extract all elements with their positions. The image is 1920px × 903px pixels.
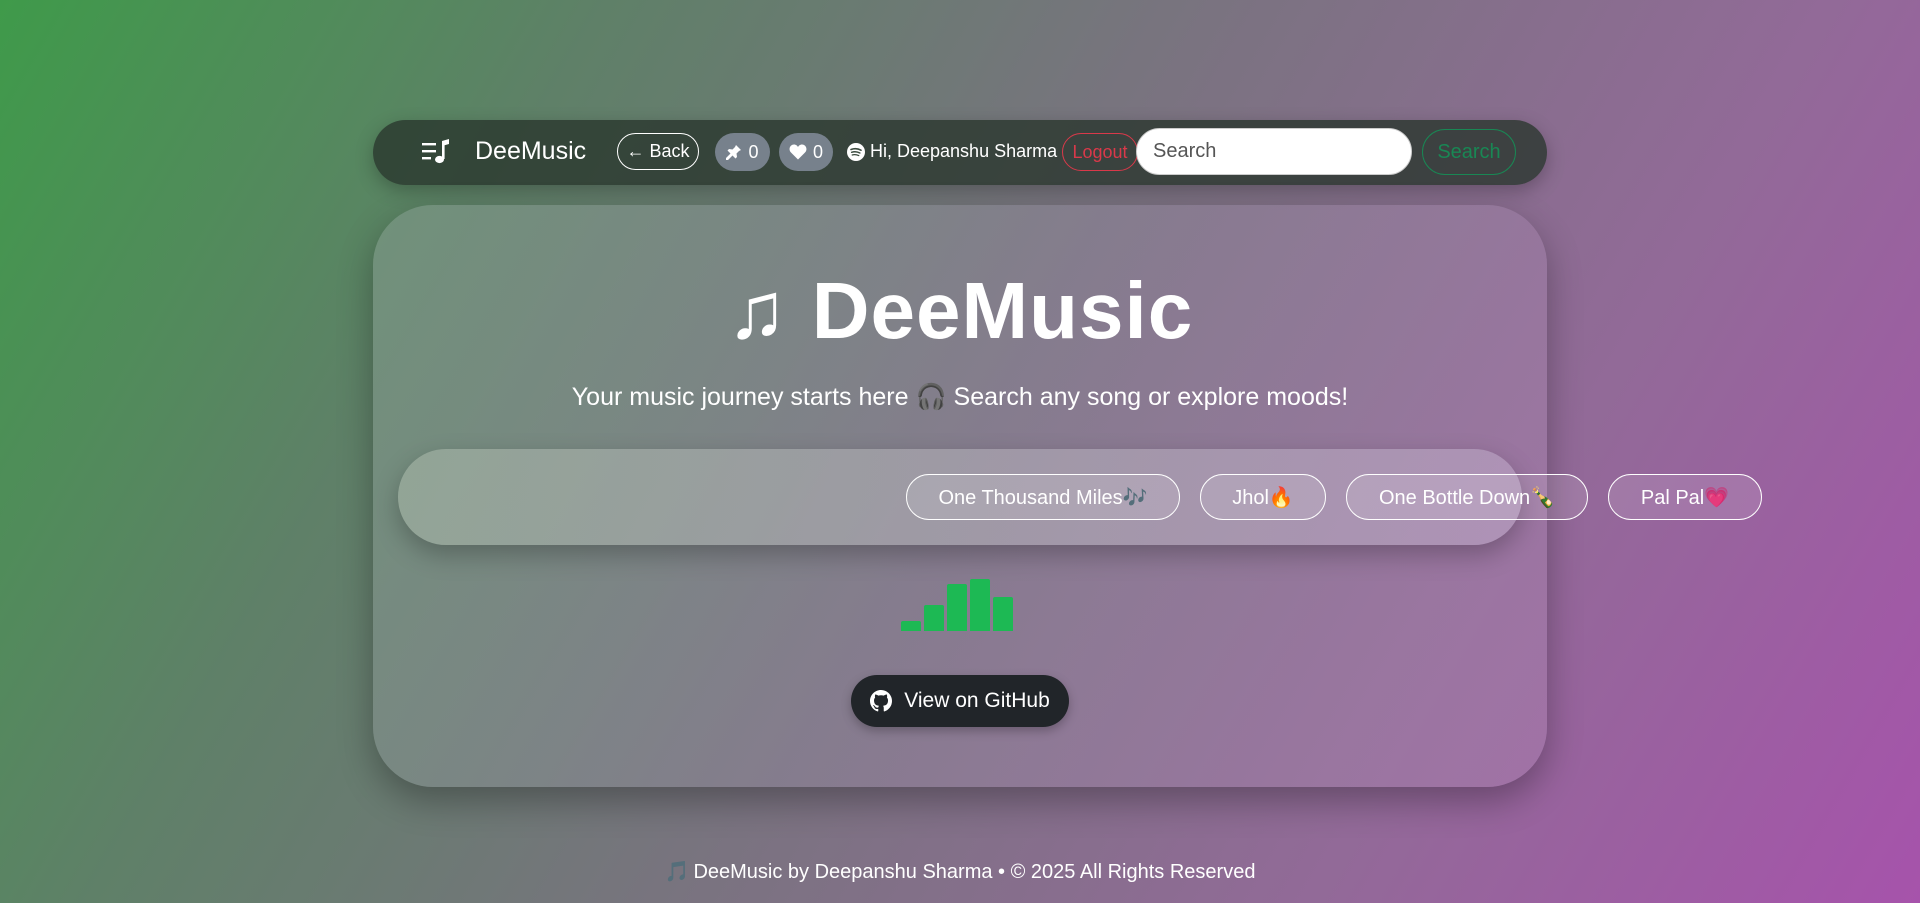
equalizer-bar — [924, 605, 944, 631]
mood-button[interactable]: One Bottle Down🍾 — [1346, 474, 1588, 520]
github-button[interactable]: View on GitHub — [851, 675, 1069, 727]
search-button[interactable]: Search — [1422, 129, 1516, 175]
equalizer-animation — [901, 575, 1021, 631]
hero-card: ♫ DeeMusic Your music journey starts here… — [373, 205, 1762, 787]
mood-button[interactable]: Jhol🔥 — [1200, 474, 1326, 520]
github-label: View on GitHub — [904, 689, 1050, 712]
greeting-text: Hi, Deepanshu Sharma — [870, 141, 1058, 161]
footer-text: DeeMusic by Deepanshu Sharma • © 2025 Al… — [693, 861, 1256, 883]
back-label: Back — [649, 141, 690, 161]
github-icon — [870, 690, 893, 712]
search-input[interactable] — [1136, 128, 1412, 175]
pinned-count-badge[interactable]: 0 — [715, 133, 770, 171]
equalizer-bar — [947, 584, 967, 631]
music-note-icon: ♫ — [726, 266, 788, 355]
back-button[interactable]: ← Back — [617, 133, 699, 170]
equalizer-bar — [993, 597, 1013, 631]
mood-suggestions: One Thousand Miles🎶 Jhol🔥 One Bottle Dow… — [398, 449, 1762, 545]
mood-button[interactable]: One Thousand Miles🎶 — [906, 474, 1180, 520]
user-greeting: Hi, Deepanshu Sharma — [847, 141, 1057, 162]
liked-count-badge[interactable]: 0 — [779, 133, 833, 171]
footer: 🎵 DeeMusic by Deepanshu Sharma • © 2025 A… — [0, 859, 1920, 884]
equalizer-bar — [970, 579, 990, 631]
navbar: DeeMusic ← Back 0 0 Hi, Deepanshu Sharma… — [373, 120, 1547, 185]
spotify-icon — [847, 142, 865, 161]
logout-button[interactable]: Logout — [1062, 133, 1138, 171]
mood-button[interactable]: Pal Pal💗 — [1608, 474, 1762, 520]
hero-title: ♫ DeeMusic — [373, 265, 1547, 357]
brand-name[interactable]: DeeMusic — [475, 137, 586, 166]
heart-icon — [789, 144, 807, 160]
playlist-music-icon[interactable] — [422, 139, 450, 165]
hero-title-text: DeeMusic — [811, 266, 1194, 355]
liked-count: 0 — [812, 141, 823, 162]
pin-icon — [726, 145, 742, 160]
music-note-icon: 🎵 — [664, 861, 690, 883]
equalizer-bar — [901, 621, 921, 631]
hero-subtitle: Your music journey starts here 🎧 Search … — [571, 383, 1349, 411]
arrow-left-icon: ← — [626, 141, 645, 161]
pinned-count: 0 — [748, 141, 759, 162]
